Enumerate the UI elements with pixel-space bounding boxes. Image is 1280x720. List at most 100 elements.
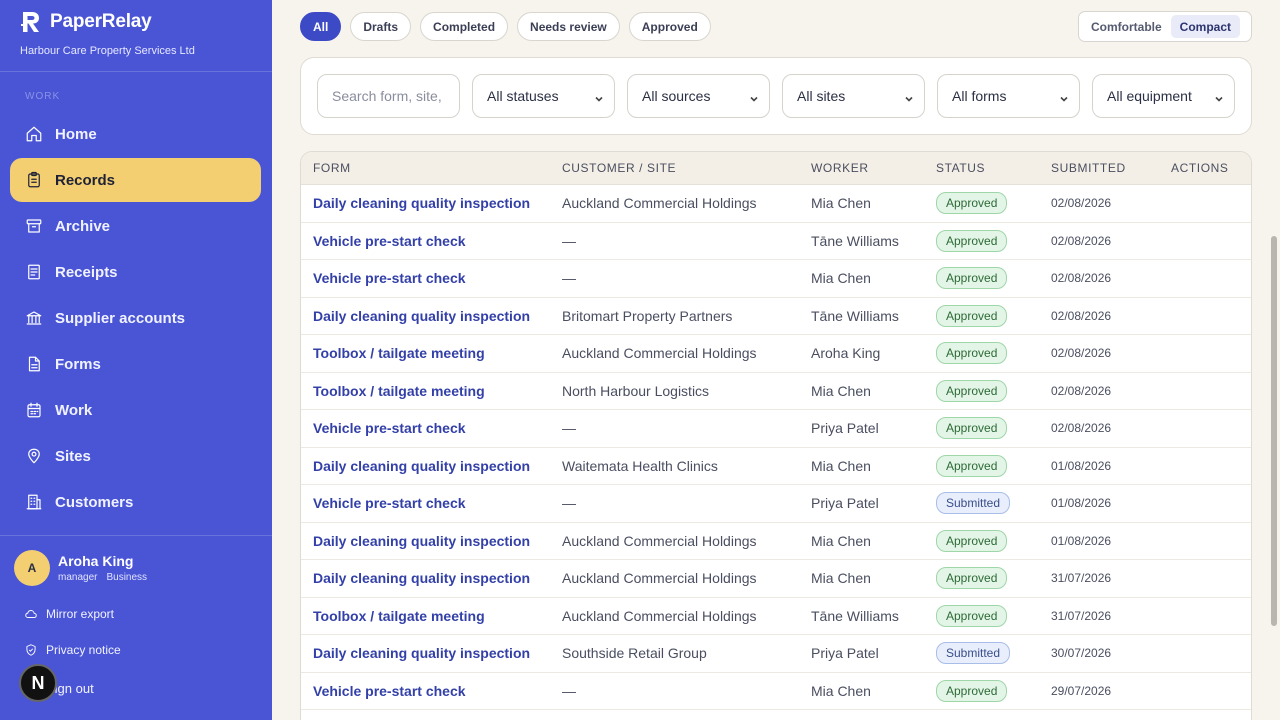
tab-approved[interactable]: Approved [628,12,711,41]
table-row[interactable]: Daily cleaning quality inspection Southsi… [301,635,1251,673]
sidebar-item-receipts[interactable]: Receipts [10,250,261,294]
customer-cell: — [562,232,576,249]
table-row[interactable]: Daily cleaning quality inspection Britoma… [301,298,1251,335]
submitted-cell: 02/08/2026 [1051,271,1112,286]
privacy-notice-link[interactable]: Privacy notice [24,643,121,657]
density-comfortable-button[interactable]: Comfortable [1082,15,1171,38]
user-role: manager [58,572,98,583]
sidebar-item-label: Records [55,171,116,189]
table-row[interactable]: Vehicle pre-start check — Tāne Williams App… [301,223,1251,260]
form-link[interactable]: Toolbox / tailgate meeting [313,383,485,399]
table-row[interactable]: Vehicle pre-start check — Mia Chen Approved… [301,260,1251,298]
sidebar-item-archive[interactable]: Archive [10,204,261,248]
sidebar-item-home[interactable]: Home [10,112,261,156]
dev-tools-badge[interactable]: N [19,664,57,702]
table-row[interactable]: Vehicle pre-start check — Priya Patel Appro… [301,410,1251,448]
table-row[interactable]: Vehicle pre-start check — Mia Chen Approved… [301,673,1251,710]
sidebar-item-label: Receipts [55,263,118,281]
form-filter-select[interactable]: All forms [937,74,1080,118]
archive-icon [24,216,44,236]
table-row[interactable]: Daily cleaning quality inspection Aucklan… [301,560,1251,598]
table-header: FORM CUSTOMER / SITE WORKER STATUS SUBMI… [301,152,1251,185]
column-header-worker[interactable]: WORKER [811,161,936,175]
table-row[interactable]: Toolbox / tailgate meeting North Harbour … [301,373,1251,410]
sidebar-item-records[interactable]: Records [10,158,261,202]
table-row[interactable]: Vehicle pre-start check — Priya Patel Submi… [301,485,1251,523]
density-compact-button[interactable]: Compact [1170,15,1241,38]
customer-cell: Britomart Property Partners [562,307,733,324]
form-link[interactable]: Daily cleaning quality inspection [313,458,530,474]
tab-completed[interactable]: Completed [420,12,509,41]
sidebar-item-label: Customers [55,493,134,511]
form-link[interactable]: Vehicle pre-start check [313,683,466,699]
sidebar-item-forms[interactable]: Forms [10,342,261,386]
source-filter-select[interactable]: All sources [627,74,770,118]
form-link[interactable]: Vehicle pre-start check [313,233,466,249]
status-filter-select[interactable]: All statuses [472,74,615,118]
scrollbar[interactable] [1271,236,1277,626]
site-filter-select[interactable]: All sites [782,74,925,118]
section-label: WORK [25,91,61,102]
table-row[interactable]: Daily cleaning quality inspection Waitema… [301,448,1251,485]
status-badge: Approved [936,229,1008,252]
customer-cell: Waitemata Health Clinics [562,457,718,474]
worker-cell: Tāne Williams [811,232,899,249]
form-link[interactable]: Vehicle pre-start check [313,495,466,511]
sidebar-item-sites[interactable]: Sites [10,434,261,478]
form-link[interactable]: Vehicle pre-start check [313,420,466,436]
worker-cell: Aroha King [811,345,881,362]
status-badge: Approved [936,679,1008,702]
column-header-form[interactable]: FORM [301,161,562,175]
column-header-status[interactable]: STATUS [936,161,1051,175]
mirror-export-link[interactable]: Mirror export [24,607,114,621]
status-badge: Approved [936,379,1008,402]
status-badge: Submitted [936,642,1011,665]
tab-all[interactable]: All [300,12,342,41]
user-name: Aroha King [58,553,134,569]
form-link[interactable]: Daily cleaning quality inspection [313,645,530,661]
worker-cell: Tāne Williams [811,607,899,624]
column-header-customer[interactable]: CUSTOMER / SITE [562,161,811,175]
sidebar-item-work[interactable]: Work [10,388,261,432]
filter-bar: Search form, site, All statuses All sour… [300,57,1252,135]
table-row[interactable]: Toolbox / tailgate meeting Auckland Comme… [301,335,1251,373]
table-row[interactable]: Toolbox / tailgate meeting Auckland Comme… [301,598,1251,635]
form-link[interactable]: Vehicle pre-start check [313,270,466,286]
chevron-down-icon [1214,91,1224,102]
worker-cell: Mia Chen [811,270,871,287]
form-link[interactable]: Daily cleaning quality inspection [313,195,530,211]
worker-cell: Tāne Williams [811,307,899,324]
table-row[interactable]: Daily cleaning quality inspection Aucklan… [301,185,1251,223]
form-link[interactable]: Daily cleaning quality inspection [313,533,530,549]
form-link[interactable]: Daily cleaning quality inspection [313,308,530,324]
tab-needs-review[interactable]: Needs review [517,12,620,41]
sidebar-item-supplier-accounts[interactable]: Supplier accounts [10,296,261,340]
sidebar-item-label: Supplier accounts [55,309,186,327]
customer-cell: Auckland Commercial Holdings [562,607,757,624]
submitted-cell: 02/08/2026 [1051,421,1112,436]
customer-cell: — [562,495,576,512]
form-link[interactable]: Toolbox / tailgate meeting [313,345,485,361]
column-header-submitted[interactable]: SUBMITTED [1051,161,1171,175]
user-profile[interactable]: A Aroha King manager Business [14,550,156,586]
status-filter-value: All statuses [487,88,559,104]
sidebar-item-customers[interactable]: Customers [10,480,261,524]
status-tabs: All Drafts Completed Needs review Approv… [300,12,720,41]
worker-cell: Mia Chen [811,195,871,212]
tab-drafts[interactable]: Drafts [350,12,412,41]
search-input[interactable]: Search form, site, [317,74,460,118]
submitted-cell: 02/08/2026 [1051,196,1112,211]
site-filter-value: All sites [797,88,846,104]
table-row[interactable]: Daily cleaning quality inspection Aucklan… [301,523,1251,560]
sidebar-divider [0,71,272,72]
brand[interactable]: PaperRelay [20,10,152,34]
submitted-cell: 01/08/2026 [1051,496,1112,511]
customer-cell: — [562,682,576,699]
form-link[interactable]: Toolbox / tailgate meeting [313,608,485,624]
status-badge: Approved [936,604,1008,627]
equipment-filter-select[interactable]: All equipment [1092,74,1235,118]
form-link[interactable]: Daily cleaning quality inspection [313,570,530,586]
column-header-actions: ACTIONS [1171,161,1229,175]
worker-cell: Mia Chen [811,382,871,399]
paperrelay-logo-icon [21,12,39,32]
